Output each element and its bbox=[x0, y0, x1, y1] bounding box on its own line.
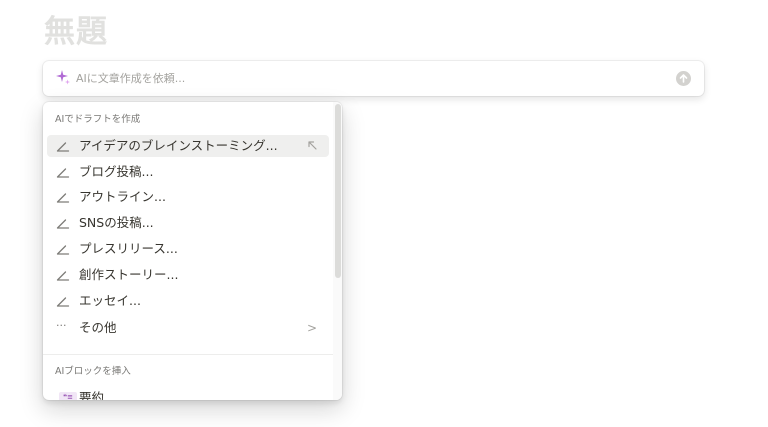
submit-button[interactable] bbox=[676, 71, 691, 86]
quote-block-icon: ❝≡ bbox=[59, 392, 77, 400]
menu-item-summary[interactable]: ❝≡ 要約 bbox=[47, 387, 329, 400]
menu-item-more[interactable]: ··· その他 > bbox=[47, 317, 329, 339]
more-dots-icon: ··· bbox=[56, 319, 67, 332]
menu-item-brainstorm[interactable]: アイデアのブレインストーミング... bbox=[47, 135, 329, 157]
menu-item-label: アイデアのブレインストーミング... bbox=[79, 138, 278, 153]
menu-item-label: SNSの投稿... bbox=[79, 215, 154, 230]
menu-item-press-release[interactable]: プレスリリース... bbox=[47, 238, 329, 260]
menu-item-essay[interactable]: エッセイ... bbox=[47, 290, 329, 312]
pencil-icon bbox=[56, 219, 70, 229]
pencil-icon bbox=[56, 193, 70, 203]
scrollbar-thumb[interactable] bbox=[335, 104, 341, 278]
pencil-icon bbox=[56, 142, 70, 152]
menu-divider bbox=[43, 354, 333, 355]
section-header-ai-block: AIブロックを挿入 bbox=[55, 366, 131, 377]
menu-item-label: 創作ストーリー... bbox=[79, 267, 179, 282]
page: 無題 AIでドラフトを作成 アイデアのブレインストーミング... ブログ投稿..… bbox=[0, 0, 768, 427]
menu-item-blog-post[interactable]: ブログ投稿... bbox=[47, 161, 329, 183]
pencil-icon bbox=[56, 168, 70, 178]
menu-item-label: 要約 bbox=[79, 390, 105, 400]
section-header-draft: AIでドラフトを作成 bbox=[55, 114, 141, 125]
menu-item-label: ブログ投稿... bbox=[79, 164, 154, 179]
pencil-icon bbox=[56, 271, 70, 281]
arrow-up-icon bbox=[679, 74, 688, 83]
arrow-up-left-icon bbox=[308, 141, 317, 150]
page-title[interactable]: 無題 bbox=[44, 10, 108, 54]
sparkle-icon bbox=[56, 70, 70, 85]
ai-prompt-input[interactable] bbox=[76, 68, 656, 88]
pencil-icon bbox=[56, 297, 70, 307]
menu-item-creative-story[interactable]: 創作ストーリー... bbox=[47, 264, 329, 286]
pencil-icon bbox=[56, 245, 70, 255]
menu-item-outline[interactable]: アウトライン... bbox=[47, 186, 329, 208]
menu-item-label: プレスリリース... bbox=[79, 241, 178, 256]
ai-prompt-bar bbox=[43, 61, 704, 96]
menu-item-label: エッセイ... bbox=[79, 293, 141, 308]
menu-item-label: アウトライン... bbox=[79, 189, 166, 204]
menu-item-sns-post[interactable]: SNSの投稿... bbox=[47, 212, 329, 234]
chevron-right-icon: > bbox=[306, 321, 317, 335]
ai-command-menu: AIでドラフトを作成 アイデアのブレインストーミング... ブログ投稿... ア… bbox=[43, 102, 342, 400]
menu-item-label: その他 bbox=[79, 320, 117, 335]
